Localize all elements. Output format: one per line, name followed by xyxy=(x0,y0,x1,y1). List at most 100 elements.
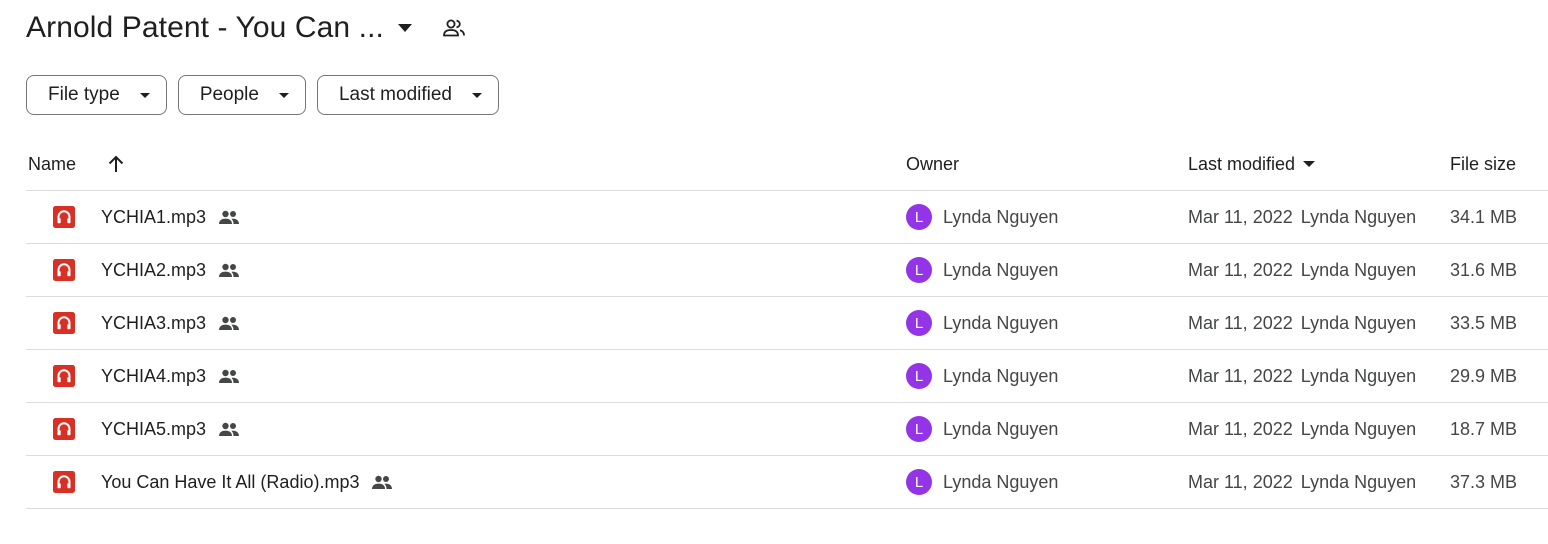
file-row[interactable]: YCHIA4.mp3 L Lynda Nguyen Mar 11, 2022 L… xyxy=(26,350,1548,403)
shared-people-icon xyxy=(371,475,393,489)
file-size-cell: 34.1 MB xyxy=(1450,191,1517,243)
owner-name: Lynda Nguyen xyxy=(943,471,1059,492)
last-modified-cell: Mar 11, 2022 Lynda Nguyen xyxy=(1188,297,1416,349)
file-row[interactable]: You Can Have It All (Radio).mp3 L Lynda … xyxy=(26,456,1548,509)
file-name-cell[interactable]: You Can Have It All (Radio).mp3 xyxy=(101,456,393,508)
file-name-cell[interactable]: YCHIA1.mp3 xyxy=(101,191,240,243)
file-name-cell[interactable]: YCHIA4.mp3 xyxy=(101,350,240,402)
modified-date: Mar 11, 2022 xyxy=(1188,206,1293,227)
file-type-filter[interactable]: File type xyxy=(26,75,167,115)
modified-date: Mar 11, 2022 xyxy=(1188,365,1293,386)
file-name-cell[interactable]: YCHIA3.mp3 xyxy=(101,297,240,349)
file-type-filter-label: File type xyxy=(48,84,120,105)
file-size-cell: 37.3 MB xyxy=(1450,456,1517,508)
column-header-file-size-label: File size xyxy=(1450,153,1517,174)
people-outline-icon[interactable] xyxy=(442,16,466,40)
file-name-cell[interactable]: YCHIA2.mp3 xyxy=(101,244,240,296)
owner-cell: L Lynda Nguyen xyxy=(906,456,1058,508)
owner-cell: L Lynda Nguyen xyxy=(906,244,1058,296)
arrow-drop-down-icon xyxy=(472,92,482,98)
arrow-drop-down-icon xyxy=(139,92,150,98)
avatar[interactable]: L xyxy=(906,416,932,442)
file-name: YCHIA4.mp3 xyxy=(101,365,207,386)
last-modified-filter[interactable]: Last modified xyxy=(316,75,499,115)
last-modified-cell: Mar 11, 2022 Lynda Nguyen xyxy=(1188,191,1416,243)
file-size-cell: 18.7 MB xyxy=(1450,403,1517,455)
column-header-name[interactable]: Name xyxy=(28,138,76,190)
shared-people-icon xyxy=(218,422,240,436)
file-size-cell: 29.9 MB xyxy=(1450,350,1517,402)
people-filter-label: People xyxy=(199,84,259,105)
modified-by: Lynda Nguyen xyxy=(1300,312,1417,333)
modified-by: Lynda Nguyen xyxy=(1300,259,1417,280)
file-name-cell[interactable]: YCHIA5.mp3 xyxy=(101,403,240,455)
file-list-header: Name Owner Last modified File size xyxy=(26,138,1548,191)
file-size: 33.5 MB xyxy=(1450,312,1518,333)
arrow-drop-down-icon[interactable] xyxy=(397,21,412,35)
modified-by: Lynda Nguyen xyxy=(1300,418,1417,439)
owner-cell: L Lynda Nguyen xyxy=(906,350,1058,402)
last-modified-cell: Mar 11, 2022 Lynda Nguyen xyxy=(1188,403,1416,455)
avatar[interactable]: L xyxy=(906,257,932,283)
folder-title[interactable]: Arnold Patent - You Can ... xyxy=(26,11,384,45)
file-list: YCHIA1.mp3 L Lynda Nguyen Mar 11, 2022 L… xyxy=(26,191,1548,509)
file-name: YCHIA1.mp3 xyxy=(101,206,207,227)
audio-file-icon xyxy=(53,312,75,334)
shared-people-icon xyxy=(218,210,240,224)
file-size: 31.6 MB xyxy=(1450,259,1518,280)
modified-date: Mar 11, 2022 xyxy=(1188,418,1293,439)
file-size: 18.7 MB xyxy=(1450,418,1518,439)
column-header-last-modified[interactable]: Last modified xyxy=(1188,138,1316,190)
file-row[interactable]: YCHIA3.mp3 L Lynda Nguyen Mar 11, 2022 L… xyxy=(26,297,1548,350)
modified-by: Lynda Nguyen xyxy=(1300,365,1417,386)
avatar[interactable]: L xyxy=(906,469,932,495)
last-modified-cell: Mar 11, 2022 Lynda Nguyen xyxy=(1188,244,1416,296)
last-modified-filter-label: Last modified xyxy=(338,84,452,105)
avatar[interactable]: L xyxy=(906,363,932,389)
filter-chips: File type People Last modified xyxy=(26,75,499,115)
file-size: 34.1 MB xyxy=(1450,206,1518,227)
avatar[interactable]: L xyxy=(906,204,932,230)
owner-name: Lynda Nguyen xyxy=(943,259,1059,280)
owner-name: Lynda Nguyen xyxy=(943,418,1059,439)
file-name: YCHIA5.mp3 xyxy=(101,418,207,439)
shared-people-icon xyxy=(218,316,240,330)
column-header-name-label: Name xyxy=(28,153,77,174)
file-name: You Can Have It All (Radio).mp3 xyxy=(101,471,360,492)
file-size-cell: 33.5 MB xyxy=(1450,297,1517,349)
column-header-owner-label: Owner xyxy=(906,153,960,174)
owner-name: Lynda Nguyen xyxy=(943,365,1059,386)
file-row[interactable]: YCHIA5.mp3 L Lynda Nguyen Mar 11, 2022 L… xyxy=(26,403,1548,456)
modified-date: Mar 11, 2022 xyxy=(1188,471,1293,492)
owner-cell: L Lynda Nguyen xyxy=(906,403,1058,455)
audio-file-icon xyxy=(53,206,75,228)
owner-cell: L Lynda Nguyen xyxy=(906,297,1058,349)
file-size-cell: 31.6 MB xyxy=(1450,244,1517,296)
audio-file-icon xyxy=(53,259,75,281)
file-row[interactable]: YCHIA1.mp3 L Lynda Nguyen Mar 11, 2022 L… xyxy=(26,191,1548,244)
owner-name: Lynda Nguyen xyxy=(943,206,1059,227)
arrow-drop-down-icon xyxy=(278,92,289,98)
arrow-upward-icon[interactable] xyxy=(105,153,127,175)
shared-people-icon xyxy=(218,263,240,277)
file-name: YCHIA2.mp3 xyxy=(101,259,207,280)
column-header-file-size[interactable]: File size xyxy=(1450,138,1516,190)
arrow-drop-down-icon xyxy=(1303,161,1316,167)
audio-file-icon xyxy=(53,365,75,387)
avatar[interactable]: L xyxy=(906,310,932,336)
owner-cell: L Lynda Nguyen xyxy=(906,191,1058,243)
audio-file-icon xyxy=(53,471,75,493)
file-size: 37.3 MB xyxy=(1450,471,1518,492)
modified-by: Lynda Nguyen xyxy=(1300,471,1417,492)
modified-date: Mar 11, 2022 xyxy=(1188,259,1293,280)
owner-name: Lynda Nguyen xyxy=(943,312,1059,333)
file-row[interactable]: YCHIA2.mp3 L Lynda Nguyen Mar 11, 2022 L… xyxy=(26,244,1548,297)
sort-direction-toggle[interactable] xyxy=(105,138,127,190)
column-header-owner[interactable]: Owner xyxy=(906,138,959,190)
people-filter[interactable]: People xyxy=(177,75,306,115)
shared-people-icon xyxy=(218,369,240,383)
audio-file-icon xyxy=(53,418,75,440)
modified-by: Lynda Nguyen xyxy=(1300,206,1417,227)
modified-date: Mar 11, 2022 xyxy=(1188,312,1293,333)
column-header-last-modified-label: Last modified xyxy=(1188,153,1296,174)
